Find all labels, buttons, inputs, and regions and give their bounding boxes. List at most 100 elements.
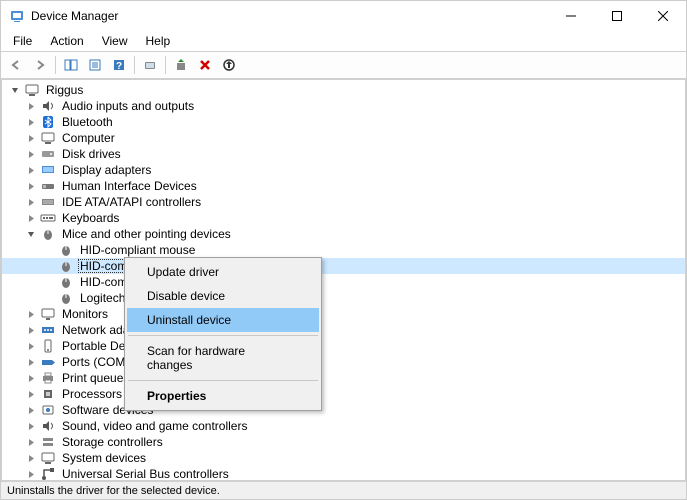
tree-node-logitech[interactable]: Logitech xyxy=(2,290,685,306)
forward-button[interactable] xyxy=(29,54,51,76)
ctx-disable-device[interactable]: Disable device xyxy=(127,284,319,308)
expander-icon[interactable] xyxy=(8,83,22,97)
toolbar-separator xyxy=(165,56,166,74)
mouse-icon xyxy=(58,290,74,306)
menu-view[interactable]: View xyxy=(94,32,136,50)
close-button[interactable] xyxy=(640,1,686,31)
ctx-update-driver[interactable]: Update driver xyxy=(127,260,319,284)
expander-icon[interactable] xyxy=(24,147,38,161)
uninstall-button[interactable] xyxy=(194,54,216,76)
tree-node-network[interactable]: Network ada xyxy=(2,322,685,338)
tree-node-mice[interactable]: Mice and other pointing devices xyxy=(2,226,685,242)
update-driver-button[interactable] xyxy=(170,54,192,76)
expander-icon[interactable] xyxy=(24,339,38,353)
sound-icon xyxy=(40,418,56,434)
tree-node-ports[interactable]: Ports (COM & xyxy=(2,354,685,370)
properties-button[interactable] xyxy=(84,54,106,76)
node-label: Print queues xyxy=(60,371,131,385)
tree-node-display[interactable]: Display adapters xyxy=(2,162,685,178)
node-label: Keyboards xyxy=(60,211,121,225)
expander-icon[interactable] xyxy=(24,211,38,225)
tree-node-hid-com-selected[interactable]: HID-com xyxy=(2,258,685,274)
help-button[interactable]: ? xyxy=(108,54,130,76)
expander-icon[interactable] xyxy=(24,131,38,145)
menu-action[interactable]: Action xyxy=(42,32,91,50)
tree-node-hid[interactable]: Human Interface Devices xyxy=(2,178,685,194)
expander-icon[interactable] xyxy=(24,323,38,337)
node-label: Storage controllers xyxy=(60,435,165,449)
toolbar: ? xyxy=(1,51,686,79)
expander-icon[interactable] xyxy=(24,419,38,433)
node-label: HID-com xyxy=(78,275,129,289)
disable-button[interactable] xyxy=(218,54,240,76)
system-device-icon xyxy=(40,450,56,466)
tree-node-bluetooth[interactable]: Bluetooth xyxy=(2,114,685,130)
tree-node-audio[interactable]: Audio inputs and outputs xyxy=(2,98,685,114)
tree-node-processors[interactable]: Processors xyxy=(2,386,685,402)
menu-help[interactable]: Help xyxy=(138,32,179,50)
tree-node-portable[interactable]: Portable Dev xyxy=(2,338,685,354)
ctx-separator xyxy=(128,380,318,381)
tree-node-ide[interactable]: IDE ATA/ATAPI controllers xyxy=(2,194,685,210)
tree-node-system[interactable]: System devices xyxy=(2,450,685,466)
node-label: Riggus xyxy=(44,83,85,97)
expander-icon[interactable] xyxy=(24,115,38,129)
node-label: Audio inputs and outputs xyxy=(60,99,196,113)
ctx-scan-hardware[interactable]: Scan for hardware changes xyxy=(127,339,319,377)
app-icon xyxy=(9,8,25,24)
tree-node-softdev[interactable]: Software devices xyxy=(2,402,685,418)
tree-node-usb[interactable]: Universal Serial Bus controllers xyxy=(2,466,685,480)
node-label: Mice and other pointing devices xyxy=(60,227,233,241)
expander-icon[interactable] xyxy=(24,227,38,241)
maximize-button[interactable] xyxy=(594,1,640,31)
tree-scroll[interactable]: Riggus Audio inputs and outputs Bluetoot… xyxy=(2,80,685,480)
port-icon xyxy=(40,354,56,370)
tree-node-sound[interactable]: Sound, video and game controllers xyxy=(2,418,685,434)
tree-node-hid-mouse[interactable]: HID-compliant mouse xyxy=(2,242,685,258)
expander-icon[interactable] xyxy=(24,195,38,209)
tree-node-root[interactable]: Riggus xyxy=(2,82,685,98)
expander-icon[interactable] xyxy=(24,451,38,465)
printer-icon xyxy=(40,370,56,386)
ctx-separator xyxy=(128,335,318,336)
ctx-uninstall-device[interactable]: Uninstall device xyxy=(127,308,319,332)
expander-icon[interactable] xyxy=(24,403,38,417)
expander-icon[interactable] xyxy=(24,307,38,321)
expander-icon[interactable] xyxy=(24,467,38,480)
scan-hardware-button[interactable] xyxy=(139,54,161,76)
portable-device-icon xyxy=(40,338,56,354)
expander-icon[interactable] xyxy=(24,355,38,369)
expander-icon[interactable] xyxy=(24,371,38,385)
node-label: Universal Serial Bus controllers xyxy=(60,467,231,480)
tree-node-printq[interactable]: Print queues xyxy=(2,370,685,386)
expander-icon[interactable] xyxy=(24,179,38,193)
menu-bar: File Action View Help xyxy=(1,31,686,51)
tree-node-computer[interactable]: Computer xyxy=(2,130,685,146)
toolbar-separator xyxy=(134,56,135,74)
expander-icon[interactable] xyxy=(24,163,38,177)
node-label: Processors xyxy=(60,387,124,401)
expander-icon[interactable] xyxy=(24,435,38,449)
node-label: Portable Dev xyxy=(60,339,133,353)
back-button[interactable] xyxy=(5,54,27,76)
tree-node-disk[interactable]: Disk drives xyxy=(2,146,685,162)
ctx-properties[interactable]: Properties xyxy=(127,384,319,408)
expander-icon[interactable] xyxy=(24,99,38,113)
monitor-icon xyxy=(40,306,56,322)
minimize-button[interactable] xyxy=(548,1,594,31)
node-label: IDE ATA/ATAPI controllers xyxy=(60,195,203,209)
node-label: System devices xyxy=(60,451,148,465)
keyboard-icon xyxy=(40,210,56,226)
usb-icon xyxy=(40,466,56,480)
mouse-icon xyxy=(40,226,56,242)
tree-node-monitors[interactable]: Monitors xyxy=(2,306,685,322)
expander-icon[interactable] xyxy=(24,387,38,401)
tree-node-keyboards[interactable]: Keyboards xyxy=(2,210,685,226)
display-adapter-icon xyxy=(40,162,56,178)
node-label: Computer xyxy=(60,131,117,145)
show-hide-tree-button[interactable] xyxy=(60,54,82,76)
tree-node-storage[interactable]: Storage controllers xyxy=(2,434,685,450)
tree-node-hid-com[interactable]: HID-com xyxy=(2,274,685,290)
device-tree: Riggus Audio inputs and outputs Bluetoot… xyxy=(2,80,685,480)
menu-file[interactable]: File xyxy=(5,32,40,50)
